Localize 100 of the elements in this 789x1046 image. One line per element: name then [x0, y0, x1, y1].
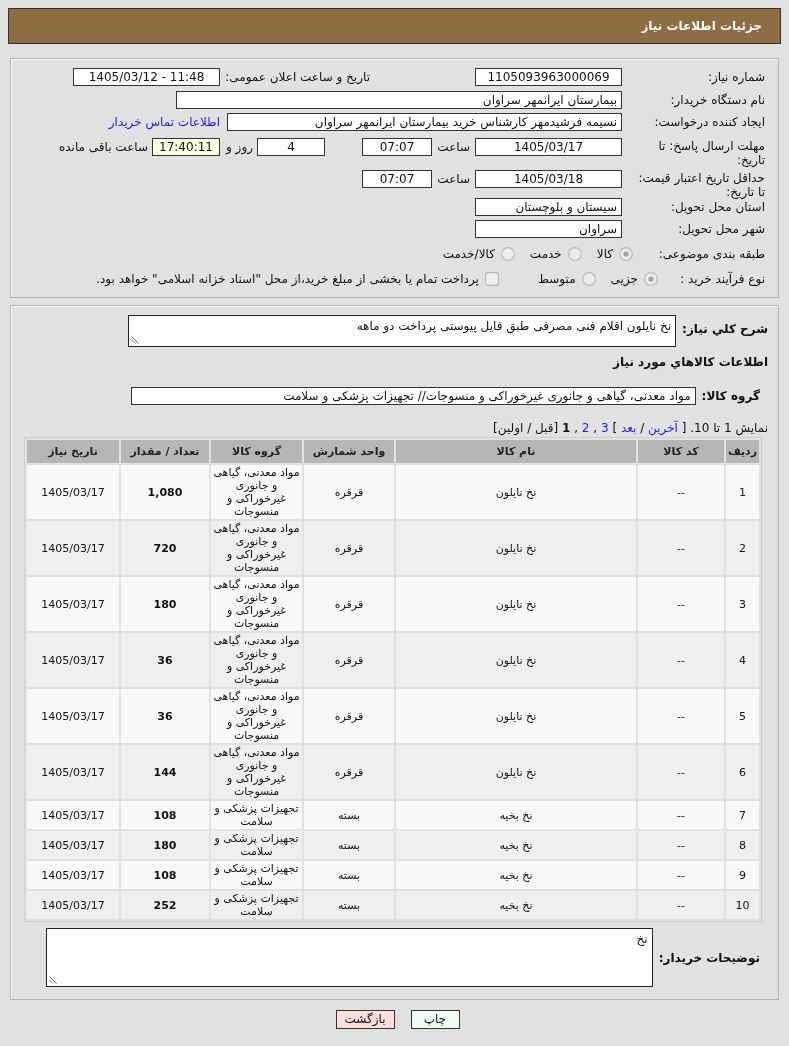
radio-button[interactable]: متوسط	[537, 270, 596, 288]
table-cell: --	[638, 745, 724, 799]
field-label: شهر محل تحویل:	[677, 221, 765, 238]
table-cell: نخ بخیه	[396, 831, 636, 859]
table-cell: 4	[726, 633, 759, 687]
table-cell: 8	[726, 831, 759, 859]
field-label: نوع فرآیند خرید :	[679, 270, 765, 288]
table-cell: نخ نایلون	[396, 465, 636, 519]
radio-button[interactable]: کالا	[596, 245, 633, 263]
need-number-field[interactable]: 1105093963000069	[475, 68, 622, 86]
column-header: واحد شمارش	[304, 440, 394, 463]
days-field[interactable]: 4	[257, 138, 325, 156]
table-cell: 6	[726, 745, 759, 799]
field-label: مهلت ارسال پاسخ: تا تاریخ:	[657, 138, 765, 167]
province-field[interactable]: سیستان و بلوچستان	[475, 198, 622, 216]
page-link[interactable]: بعد	[620, 421, 637, 435]
city-field[interactable]: سراوان	[475, 220, 622, 238]
description-field[interactable]: نخ نایلون اقلام فنی مصرفی طبق فایل پیوستی پرداخت دو ماهه	[128, 315, 677, 347]
days-label: روز و	[227, 139, 253, 156]
table-cell: 10	[726, 891, 759, 919]
column-header: تاریخ نیاز	[27, 440, 119, 463]
table-cell: نخ نایلون	[396, 745, 636, 799]
table-cell: 36	[121, 633, 209, 687]
page-link[interactable]: 2	[581, 421, 590, 435]
radio-button[interactable]: جزیی	[610, 270, 658, 288]
table-cell: قرقره	[304, 745, 394, 799]
field-label: شرح کلي نیاز:	[682, 321, 768, 338]
table-cell: --	[638, 521, 724, 575]
table-cell: مواد معدنی، گیاهی و جانوری غیرخوراکی و منسوجات	[211, 745, 302, 799]
field-label: توضیحات خریدار:	[658, 950, 760, 967]
column-header: نام کالا	[396, 440, 636, 463]
table-cell: قرقره	[304, 577, 394, 631]
table-cell: تجهیزات پزشکی و سلامت	[211, 861, 302, 889]
radio-button[interactable]: خدمت	[529, 245, 582, 263]
resize-grip-icon	[131, 336, 139, 344]
table-cell: 108	[121, 801, 209, 829]
table-cell: --	[638, 577, 724, 631]
table-cell: 1405/03/17	[27, 577, 119, 631]
buyer-notes-field[interactable]: نخ	[46, 928, 653, 987]
table-cell: --	[638, 633, 724, 687]
table-cell: 9	[726, 861, 759, 889]
creator-field[interactable]: نسیمه فرشیدمهر کارشناس خرید بیمارستان ایرانمهر سراوان	[227, 113, 622, 131]
table-cell: --	[638, 689, 724, 743]
table-cell: 1405/03/17	[27, 801, 119, 829]
table-cell: 144	[121, 745, 209, 799]
table-cell: 1405/03/17	[27, 689, 119, 743]
column-header: تعداد / مقدار	[121, 440, 209, 463]
radio-button[interactable]: کالا/خدمت	[442, 245, 515, 263]
table-cell: 252	[121, 891, 209, 919]
deadline-date-field[interactable]: 1405/03/17	[475, 138, 622, 156]
table-cell: تجهیزات پزشکی و سلامت	[211, 891, 302, 919]
table-cell: 2	[726, 521, 759, 575]
table-cell: 36	[121, 689, 209, 743]
time-label: ساعت	[440, 139, 470, 156]
validity-date-field[interactable]: 1405/03/18	[475, 170, 622, 188]
table-cell: --	[638, 831, 724, 859]
table-cell: مواد معدنی، گیاهی و جانوری غیرخوراکی و منسوجات	[211, 465, 302, 519]
print-button[interactable]: چاپ	[410, 1010, 460, 1029]
table-cell: 720	[121, 521, 209, 575]
table-cell: 108	[121, 861, 209, 889]
table-cell: 1405/03/17	[27, 521, 119, 575]
page-title: جزئیات اطلاعات نیاز	[641, 19, 762, 33]
field-label: شماره نیاز:	[707, 69, 765, 86]
announce-date-field[interactable]: 1405/03/12 - 11:48	[73, 68, 220, 86]
table-cell: --	[638, 465, 724, 519]
remaining-time-field[interactable]: 17:40:11	[152, 138, 220, 156]
time-label: ساعت	[440, 171, 470, 188]
table-cell: 1405/03/17	[27, 465, 119, 519]
remaining-label: ساعت باقی مانده	[58, 139, 148, 156]
table-cell: نخ نایلون	[396, 689, 636, 743]
deadline-time-field[interactable]: 07:07	[362, 138, 432, 156]
table-cell: نخ نایلون	[396, 521, 636, 575]
table-cell: مواد معدنی، گیاهی و جانوری غیرخوراکی و منسوجات	[211, 577, 302, 631]
table-cell: قرقره	[304, 633, 394, 687]
table-cell: 1405/03/17	[27, 745, 119, 799]
checkbox[interactable]: پرداخت تمام یا بخشی از مبلغ خرید،از محل "اسناد خزانه اسلامی" خواهد بود.	[96, 270, 499, 288]
field-label: حداقل تاریخ اعتبار قیمت: تا تاریخ:	[637, 170, 765, 199]
table-cell: قرقره	[304, 465, 394, 519]
table-cell: 5	[726, 689, 759, 743]
column-header: گروه کالا	[211, 440, 302, 463]
table-cell: 180	[121, 831, 209, 859]
contact-link[interactable]: اطلاعات تماس خریدار	[108, 113, 220, 131]
table-cell: بسته	[304, 831, 394, 859]
field-label: تاریخ و ساعت اعلان عمومی:	[228, 69, 370, 86]
table-cell: 1	[726, 465, 759, 519]
field-label: ایجاد کننده درخواست:	[653, 114, 765, 131]
validity-time-field[interactable]: 07:07	[362, 170, 432, 188]
back-button[interactable]: بازگشت	[335, 1010, 395, 1029]
table-cell: 180	[121, 577, 209, 631]
page-link[interactable]: 3	[600, 421, 609, 435]
goods-group-field[interactable]: مواد معدنی، گیاهی و جانوری غیرخوراکی و منسوجات// تجهیزات پزشکی و سلامت	[131, 387, 696, 405]
table-cell: بسته	[304, 891, 394, 919]
section-title: اطلاعات کالاهاي مورد نیاز	[611, 354, 768, 371]
table-cell: --	[638, 801, 724, 829]
table-cell: نخ بخیه	[396, 891, 636, 919]
buyer-org-field[interactable]: بیمارستان ایرانمهر سراوان	[176, 91, 622, 109]
table-cell: --	[638, 891, 724, 919]
page-link[interactable]: آخرین	[648, 421, 678, 435]
table-cell: 1,080	[121, 465, 209, 519]
table-cell: مواد معدنی، گیاهی و جانوری غیرخوراکی و منسوجات	[211, 689, 302, 743]
